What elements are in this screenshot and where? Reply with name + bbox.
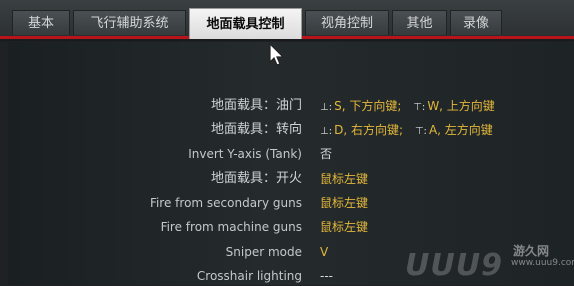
row-label: Fire from secondary guns — [149, 196, 302, 210]
tab-view-controls[interactable]: 视角控制 — [305, 10, 389, 35]
row-label: 地面载具：转向 — [210, 122, 302, 137]
mouse-cursor-icon — [269, 43, 285, 66]
row-value[interactable]: ⊥: D, 右方向键; ⊤: A, 左方向键 — [320, 120, 493, 140]
binding-row-steering[interactable]: 地面载具：转向 ⊥: D, 右方向键; ⊤: A, 左方向键 — [8, 120, 574, 140]
row-value[interactable]: 鼠标左键 — [320, 217, 368, 237]
tab-bar: 基本 飞行辅助系统 地面载具控制 视角控制 其他 录像 — [0, 0, 574, 40]
tab-replay[interactable]: 录像 — [450, 10, 502, 35]
binding-row-secondary-guns[interactable]: Fire from secondary guns 鼠标左键 — [8, 193, 574, 213]
axis-positive-icon: ⊤: — [413, 102, 426, 113]
tab-other[interactable]: 其他 — [392, 10, 447, 35]
axis-positive-icon: ⊤: — [414, 126, 427, 137]
row-value[interactable]: 鼠标左键 — [320, 169, 368, 189]
row-label: Sniper mode — [225, 245, 302, 259]
row-value[interactable]: 鼠标左键 — [320, 193, 368, 213]
tab-ground-vehicle-controls[interactable]: 地面载具控制 — [189, 8, 302, 39]
row-label: 地面载具：开火 — [210, 171, 302, 186]
binding-row-invert-y[interactable]: Invert Y-axis (Tank) 否 — [8, 144, 574, 164]
binding-row-machine-guns[interactable]: Fire from machine guns 鼠标左键 — [8, 217, 574, 237]
row-label: 地面载具：油门 — [210, 98, 302, 113]
tab-basic[interactable]: 基本 — [12, 10, 70, 35]
tab-flight-assist[interactable]: 飞行辅助系统 — [73, 10, 186, 35]
row-value[interactable]: --- — [320, 266, 333, 286]
controls-panel: 地面载具：油门 ⊥: S, 下方向键; ⊤: W, 上方向键 地面载具：转向 ⊥: D… — [8, 42, 574, 285]
row-value[interactable]: V — [320, 242, 328, 262]
row-label: Crosshair lighting — [196, 269, 302, 283]
axis-negative-icon: ⊥: — [320, 102, 333, 113]
binding-row-sniper-mode[interactable]: Sniper mode V — [8, 242, 574, 262]
binding-row-fire[interactable]: 地面载具：开火 鼠标左键 — [8, 169, 574, 189]
row-label: Invert Y-axis (Tank) — [188, 147, 302, 161]
row-value[interactable]: ⊥: S, 下方向键; ⊤: W, 上方向键 — [320, 96, 495, 116]
axis-negative-icon: ⊥: — [320, 126, 333, 137]
row-value[interactable]: 否 — [320, 144, 332, 164]
row-label: Fire from machine guns — [160, 220, 302, 234]
binding-row-crosshair-lighting[interactable]: Crosshair lighting --- — [8, 266, 574, 286]
binding-row-throttle[interactable]: 地面载具：油门 ⊥: S, 下方向键; ⊤: W, 上方向键 — [8, 96, 574, 116]
